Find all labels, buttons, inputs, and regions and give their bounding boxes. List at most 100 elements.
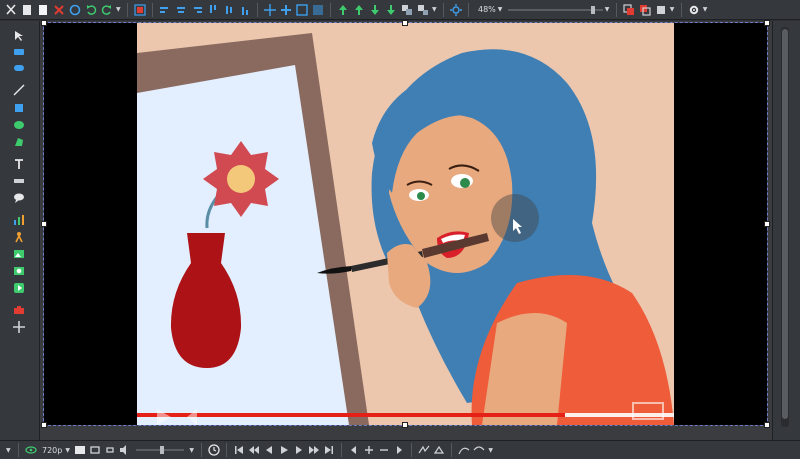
pan-icon[interactable] <box>449 3 463 17</box>
resize-icon[interactable] <box>279 3 293 17</box>
chevron-down-icon[interactable]: ▼ <box>670 6 676 13</box>
resize-handle[interactable] <box>402 422 408 428</box>
rectangle-icon[interactable] <box>12 45 26 59</box>
toolbar-divider <box>18 443 19 457</box>
resize-handle[interactable] <box>402 20 408 26</box>
text-icon[interactable] <box>12 157 26 171</box>
resize-handle[interactable] <box>41 422 47 428</box>
clock-icon[interactable] <box>208 444 221 456</box>
first-frame-icon[interactable] <box>233 444 245 456</box>
rounded-rect-icon[interactable] <box>12 61 26 75</box>
vertical-scrollbar[interactable] <box>781 27 789 427</box>
align-middle-icon[interactable] <box>222 3 236 17</box>
paste-icon[interactable] <box>36 3 50 17</box>
ellipse-icon[interactable] <box>12 118 26 132</box>
play-icon[interactable] <box>278 444 290 456</box>
volume-icon[interactable] <box>119 444 131 456</box>
align-center-icon[interactable] <box>174 3 188 17</box>
loop-icon[interactable] <box>89 444 101 456</box>
speech-bubble-icon[interactable] <box>12 191 26 205</box>
video-icon[interactable] <box>12 264 26 278</box>
resize-handle[interactable] <box>764 422 770 428</box>
counter-icon[interactable] <box>12 174 26 188</box>
align-top-icon[interactable] <box>206 3 220 17</box>
move-icon[interactable] <box>263 3 277 17</box>
chevron-down-icon[interactable]: ▼ <box>65 447 71 454</box>
resize-handle[interactable] <box>41 20 47 26</box>
align-bottom-icon[interactable] <box>238 3 252 17</box>
line-icon[interactable] <box>12 83 26 97</box>
step-forward-icon[interactable] <box>393 444 405 456</box>
cut-icon[interactable] <box>4 3 18 17</box>
volume-slider[interactable] <box>136 446 185 454</box>
chevron-down-icon[interactable]: ▼ <box>432 6 438 13</box>
remove-keyframe-icon[interactable] <box>378 444 390 456</box>
zoom-out-icon[interactable] <box>638 3 652 17</box>
prev-frame-icon[interactable] <box>263 444 275 456</box>
chevron-down-icon[interactable]: ▼ <box>605 6 611 13</box>
bring-forward-icon[interactable] <box>336 3 350 17</box>
tools-panel <box>0 21 40 440</box>
resize-handle[interactable] <box>764 221 770 227</box>
delete-icon[interactable] <box>52 3 66 17</box>
send-back-icon[interactable] <box>384 3 398 17</box>
next-frame-icon[interactable] <box>293 444 305 456</box>
toolbar-divider <box>411 443 413 457</box>
send-backward-icon[interactable] <box>352 3 366 17</box>
select-all-icon[interactable] <box>133 3 147 17</box>
zoom-level[interactable]: 48% <box>478 5 496 14</box>
toolbar-divider <box>341 443 343 457</box>
character-icon[interactable] <box>12 230 26 244</box>
toolbar-divider <box>680 2 682 17</box>
eye-icon[interactable] <box>25 444 37 456</box>
scene-artwork[interactable] <box>137 23 674 425</box>
last-frame-icon[interactable] <box>323 444 335 456</box>
align-right-icon[interactable] <box>190 3 204 17</box>
toolbar-divider <box>226 443 228 457</box>
polygon-icon[interactable] <box>12 135 26 149</box>
chevron-down-icon[interactable]: ▼ <box>116 6 122 13</box>
image-icon[interactable] <box>12 247 26 261</box>
effect-icon[interactable] <box>433 444 445 456</box>
motion-path-icon[interactable] <box>458 444 470 456</box>
layers-icon[interactable] <box>654 3 668 17</box>
group-icon[interactable] <box>400 3 414 17</box>
bring-front-icon[interactable] <box>368 3 382 17</box>
canvas-area[interactable] <box>40 20 772 440</box>
forward-icon[interactable] <box>308 444 320 456</box>
camera-icon[interactable] <box>12 303 26 317</box>
resolution-label[interactable]: 720p <box>42 446 62 455</box>
chevron-down-icon[interactable]: ▼ <box>6 447 12 454</box>
circle-icon[interactable] <box>68 3 82 17</box>
square-icon[interactable] <box>12 101 26 115</box>
resize-handle[interactable] <box>41 221 47 227</box>
fit-frame-icon[interactable] <box>74 444 86 456</box>
distribute-icon[interactable] <box>311 3 325 17</box>
chevron-down-icon[interactable]: ▼ <box>488 447 494 454</box>
repeat-icon[interactable] <box>104 444 116 456</box>
stage-frame[interactable] <box>41 20 770 428</box>
scrollbar-thumb[interactable] <box>782 29 788 419</box>
zoom-in-icon[interactable] <box>622 3 636 17</box>
settings-icon[interactable] <box>687 3 701 17</box>
chevron-down-icon[interactable]: ▼ <box>703 6 709 13</box>
curve-icon[interactable] <box>473 444 485 456</box>
pointer-icon[interactable] <box>12 29 26 43</box>
ungroup-icon[interactable] <box>416 3 430 17</box>
undo-icon[interactable] <box>84 3 98 17</box>
resize-handle[interactable] <box>764 20 770 26</box>
move-tool-icon[interactable] <box>12 320 26 334</box>
zoom-slider[interactable] <box>507 5 603 14</box>
copy-icon[interactable] <box>20 3 34 17</box>
align-left-icon[interactable] <box>158 3 172 17</box>
add-keyframe-icon[interactable] <box>363 444 375 456</box>
rewind-icon[interactable] <box>248 444 260 456</box>
audio-icon[interactable] <box>12 281 26 295</box>
transition-icon[interactable] <box>418 444 430 456</box>
chevron-down-icon[interactable]: ▼ <box>498 6 504 13</box>
step-back-icon[interactable] <box>348 444 360 456</box>
chart-icon[interactable] <box>12 213 26 227</box>
chevron-down-icon[interactable]: ▼ <box>189 447 195 454</box>
redo-icon[interactable] <box>100 3 114 17</box>
fit-icon[interactable] <box>295 3 309 17</box>
